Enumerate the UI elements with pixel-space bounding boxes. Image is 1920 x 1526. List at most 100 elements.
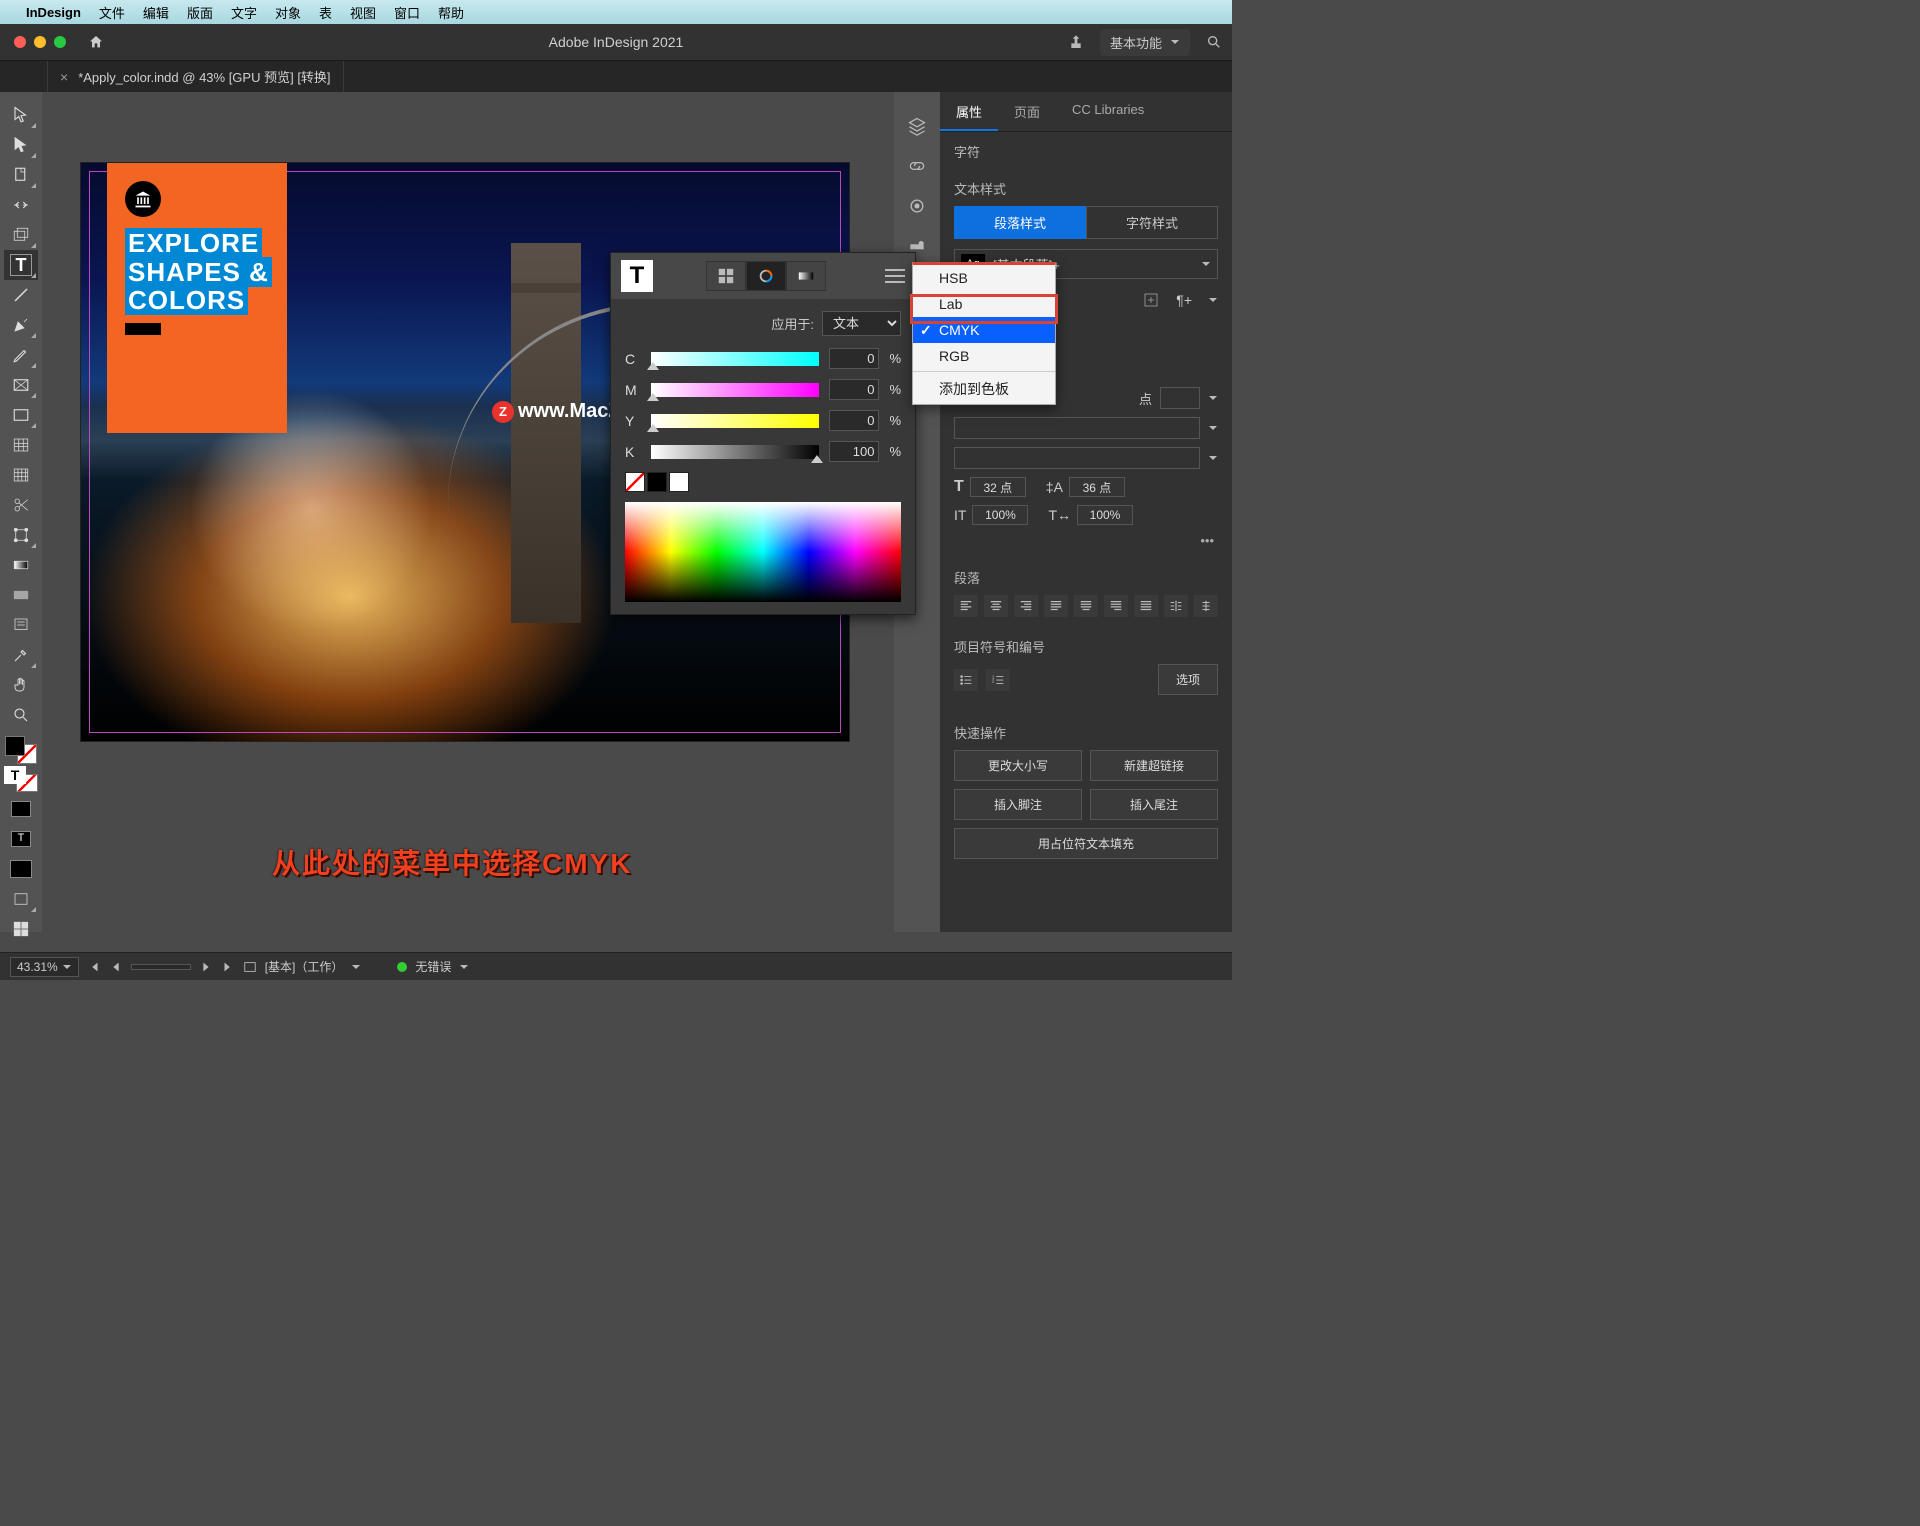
screen-mode-toggle[interactable] [4, 914, 38, 944]
page-number-field[interactable] [131, 964, 191, 970]
close-window-button[interactable] [14, 36, 26, 48]
eyedropper-tool[interactable] [4, 640, 38, 670]
tab-pages[interactable]: 页面 [998, 92, 1056, 131]
pen-tool[interactable] [4, 310, 38, 340]
color-panel-menu-icon[interactable] [885, 269, 905, 283]
gradient-mode-button[interactable] [786, 261, 826, 291]
new-hyperlink-button[interactable]: 新建超链接 [1090, 750, 1218, 781]
preflight-status-label[interactable]: 无错误 [415, 958, 451, 975]
fill-placeholder-button[interactable]: 用占位符文本填充 [954, 828, 1218, 859]
justify-left-button[interactable] [1044, 595, 1068, 617]
apply-color-text[interactable]: T [4, 764, 38, 794]
zoom-window-button[interactable] [54, 36, 66, 48]
menu-item-cmyk[interactable]: CMYK [913, 317, 1055, 343]
align-toward-spine-button[interactable] [1194, 595, 1218, 617]
tab-properties[interactable]: 属性 [940, 92, 998, 131]
menu-window[interactable]: 窗口 [394, 3, 420, 22]
default-fill-button[interactable] [4, 854, 38, 884]
last-page-icon[interactable] [221, 960, 235, 974]
hscale-field[interactable] [1077, 505, 1133, 525]
line-tool[interactable] [4, 280, 38, 310]
paragraph-style-tab[interactable]: 段落样式 [954, 206, 1086, 239]
black-slider[interactable] [651, 445, 819, 459]
rectangle-frame-tool[interactable] [4, 370, 38, 400]
menu-object[interactable]: 对象 [275, 3, 301, 22]
menu-layout[interactable]: 版面 [187, 3, 213, 22]
free-transform-tool[interactable] [4, 520, 38, 550]
direct-selection-tool[interactable] [4, 130, 38, 160]
numbered-list-button[interactable]: 12 [986, 669, 1010, 691]
character-style-tab[interactable]: 字符样式 [1086, 206, 1218, 239]
minimize-window-button[interactable] [34, 36, 46, 48]
magenta-slider[interactable] [651, 383, 819, 397]
search-icon[interactable] [1206, 34, 1222, 50]
app-name[interactable]: InDesign [26, 5, 81, 20]
zoom-level-field[interactable]: 43.31% [10, 957, 79, 977]
black-swatch[interactable] [647, 472, 667, 492]
menu-item-lab[interactable]: Lab [913, 291, 1055, 317]
menu-edit[interactable]: 编辑 [143, 3, 169, 22]
close-tab-icon[interactable]: × [60, 69, 68, 85]
formatting-text-icon[interactable]: T [4, 824, 38, 854]
cyan-slider[interactable] [651, 352, 819, 366]
menu-item-rgb[interactable]: RGB [913, 343, 1055, 369]
color-mode-menu[interactable]: HSB Lab CMYK RGB 添加到色板 [912, 262, 1056, 405]
more-options-icon[interactable]: ••• [954, 533, 1218, 548]
align-left-button[interactable] [954, 595, 978, 617]
color-picker-mode-button[interactable] [746, 261, 786, 291]
workspace-selector[interactable]: 基本功能 [1100, 29, 1190, 56]
view-mode-toggle[interactable] [4, 884, 38, 914]
cmyk-spectrum[interactable] [625, 502, 901, 602]
pilcrow-plus-icon[interactable]: ¶+ [1176, 292, 1192, 308]
none-swatch[interactable] [625, 472, 645, 492]
note-tool[interactable] [4, 610, 38, 640]
fill-stroke-swap[interactable] [4, 734, 38, 764]
grid-tool[interactable] [4, 460, 38, 490]
type-tool[interactable]: T [4, 250, 38, 280]
align-away-spine-button[interactable] [1164, 595, 1188, 617]
swatches-mode-button[interactable] [706, 261, 746, 291]
magenta-value[interactable] [829, 379, 879, 400]
gradient-swatch-tool[interactable] [4, 550, 38, 580]
layers-panel-icon[interactable] [907, 116, 927, 136]
home-icon[interactable] [88, 34, 104, 50]
insert-footnote-button[interactable]: 插入脚注 [954, 789, 1082, 820]
yellow-slider[interactable] [651, 414, 819, 428]
hand-tool[interactable] [4, 670, 38, 700]
first-page-icon[interactable] [87, 960, 101, 974]
document-tab[interactable]: × *Apply_color.indd @ 43% [GPU 预览] [转换] [48, 61, 344, 92]
new-style-icon[interactable] [1142, 291, 1160, 309]
black-value[interactable] [829, 441, 879, 462]
bulleted-list-button[interactable] [954, 669, 978, 691]
justify-all-button[interactable] [1134, 595, 1158, 617]
change-case-button[interactable]: 更改大小写 [954, 750, 1082, 781]
links-panel-icon[interactable] [907, 156, 927, 176]
orange-text-frame[interactable]: EXPLORE SHAPES & COLORS [107, 163, 287, 433]
menu-help[interactable]: 帮助 [438, 3, 464, 22]
align-right-button[interactable] [1014, 595, 1038, 617]
formatting-container-icon[interactable] [4, 794, 38, 824]
gradient-feather-tool[interactable] [4, 580, 38, 610]
rectangle-tool[interactable] [4, 400, 38, 430]
color-profile-label[interactable]: [基本]（工作） [265, 958, 344, 975]
menu-type[interactable]: 文字 [231, 3, 257, 22]
menu-view[interactable]: 视图 [350, 3, 376, 22]
insert-endnote-button[interactable]: 插入尾注 [1090, 789, 1218, 820]
stroke-style-dropdown[interactable] [954, 417, 1200, 439]
selection-tool[interactable] [4, 100, 38, 130]
share-icon[interactable] [1068, 34, 1084, 50]
color-panel-popup[interactable]: T 应用于: 文本 C % M % Y % [610, 252, 916, 615]
stroke-weight-field[interactable] [1160, 387, 1200, 409]
opacity-dropdown[interactable] [954, 447, 1200, 469]
menu-table[interactable]: 表 [319, 3, 332, 22]
color-apply-text-icon[interactable]: T [621, 260, 653, 292]
prev-page-icon[interactable] [109, 960, 123, 974]
menu-item-hsb[interactable]: HSB [913, 265, 1055, 291]
next-page-icon[interactable] [199, 960, 213, 974]
vscale-field[interactable] [972, 505, 1028, 525]
apply-to-dropdown[interactable]: 文本 [822, 311, 901, 336]
tab-cc-libraries[interactable]: CC Libraries [1056, 92, 1160, 131]
page-tool[interactable] [4, 160, 38, 190]
stroke-panel-icon[interactable] [907, 196, 927, 216]
cyan-value[interactable] [829, 348, 879, 369]
